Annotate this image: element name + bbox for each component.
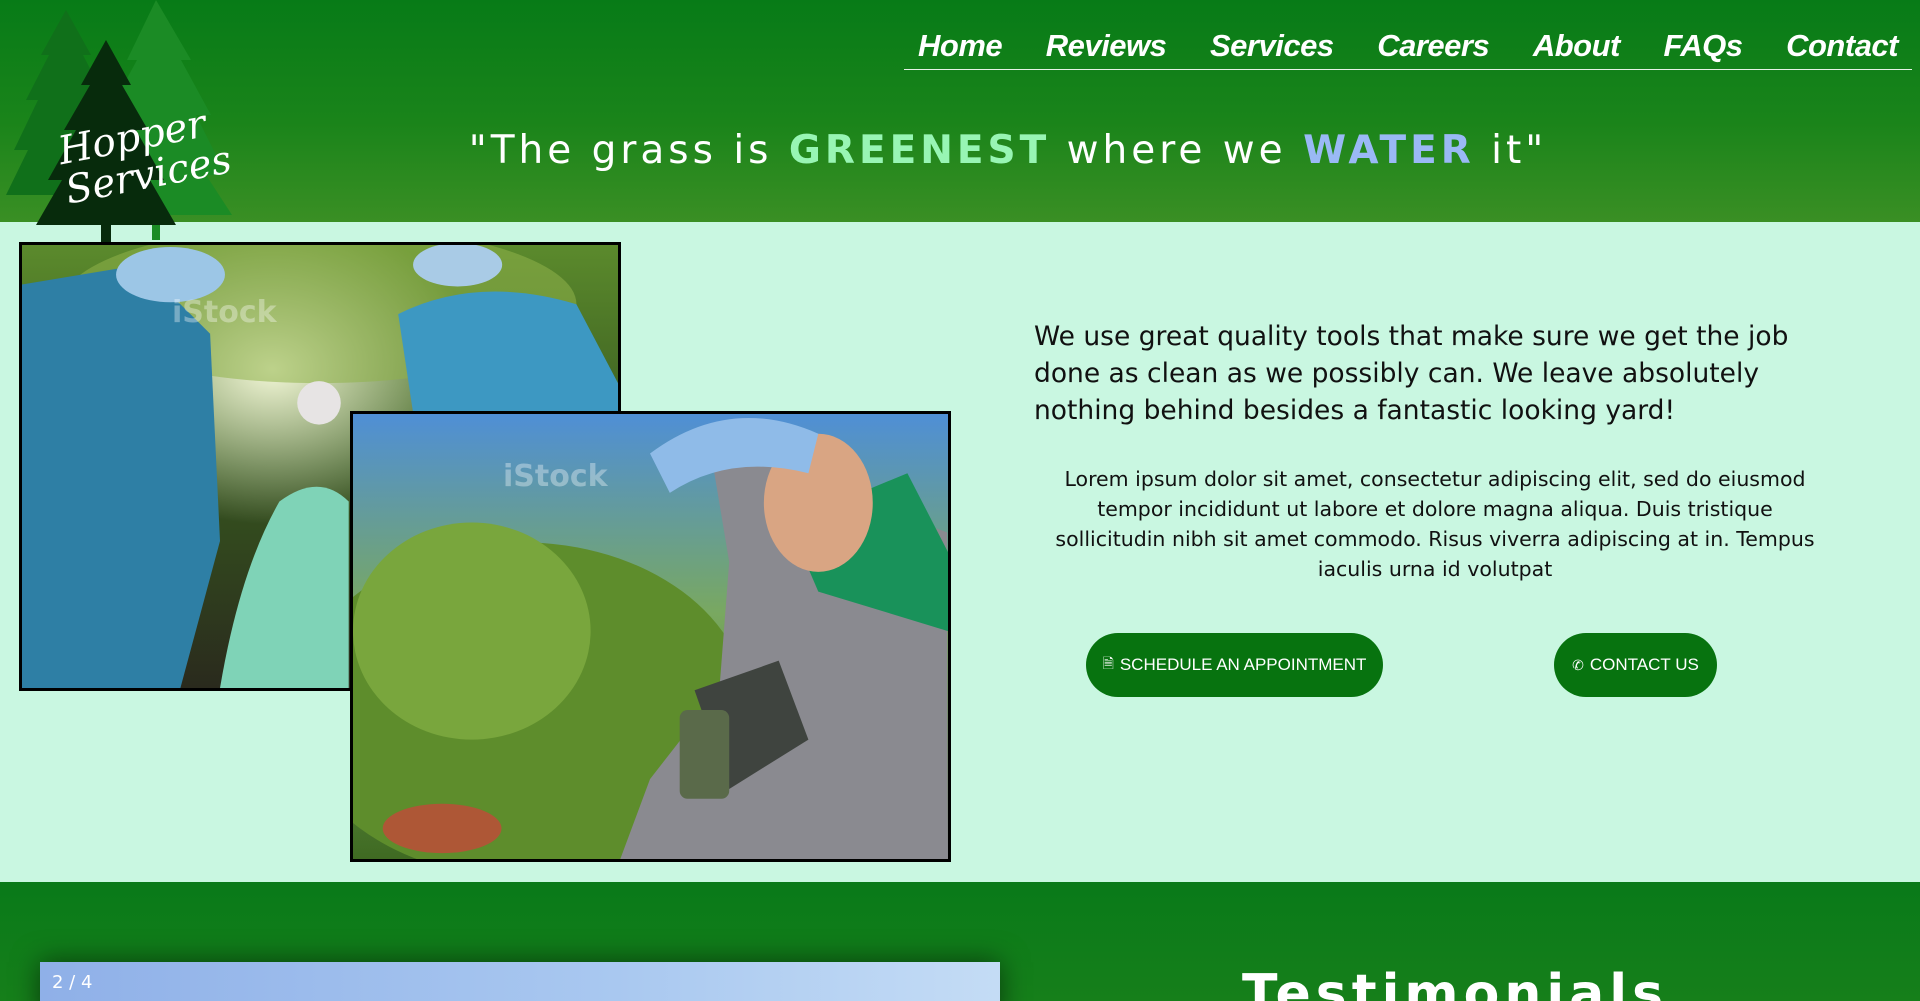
site-header: Home Reviews Services Careers About FAQs… bbox=[0, 0, 1920, 222]
schedule-appointment-button[interactable]: 🗎 SCHEDULE AN APPOINTMENT bbox=[1086, 633, 1383, 697]
photo2-watermark: iStock bbox=[503, 459, 608, 494]
gardener-photo: iStock bbox=[350, 411, 951, 862]
tagline-green-word: GREENEST bbox=[788, 128, 1051, 173]
nav-careers[interactable]: Careers bbox=[1377, 28, 1489, 64]
nav-services[interactable]: Services bbox=[1210, 28, 1334, 64]
document-icon: 🗎 bbox=[1102, 655, 1114, 671]
slide-counter: 2 / 4 bbox=[52, 972, 93, 993]
site-logo[interactable]: Hopper Services bbox=[6, 0, 236, 245]
nav-faqs[interactable]: FAQs bbox=[1664, 28, 1743, 64]
hero-body-text: Lorem ipsum dolor sit amet, consectetur … bbox=[1055, 467, 1815, 581]
contact-button-label: CONTACT US bbox=[1589, 655, 1699, 674]
image-slider[interactable]: 2 / 4 bbox=[40, 962, 1000, 1001]
phone-icon: ✆ bbox=[1572, 656, 1584, 673]
testimonials-heading: Testimonials bbox=[1241, 964, 1669, 1001]
nav-home[interactable]: Home bbox=[918, 28, 1003, 64]
nav-reviews[interactable]: Reviews bbox=[1046, 28, 1167, 64]
tagline: "The grass is GREENEST where we WATER it… bbox=[0, 128, 1920, 173]
nav-about[interactable]: About bbox=[1533, 28, 1621, 64]
nav-contact[interactable]: Contact bbox=[1786, 28, 1898, 64]
tagline-close: it" bbox=[1474, 128, 1548, 173]
tagline-middle: where we bbox=[1050, 128, 1304, 173]
photo1-watermark: iStock bbox=[172, 295, 277, 330]
hero-lead-text: We use great quality tools that make sur… bbox=[1034, 321, 1789, 426]
contact-us-button[interactable]: ✆ CONTACT US bbox=[1554, 633, 1717, 697]
tagline-open: "The grass is bbox=[468, 128, 789, 173]
main-nav: Home Reviews Services Careers About FAQs… bbox=[904, 22, 1912, 70]
tagline-blue-word: WATER bbox=[1303, 128, 1475, 173]
schedule-button-label: SCHEDULE AN APPOINTMENT bbox=[1119, 655, 1367, 674]
